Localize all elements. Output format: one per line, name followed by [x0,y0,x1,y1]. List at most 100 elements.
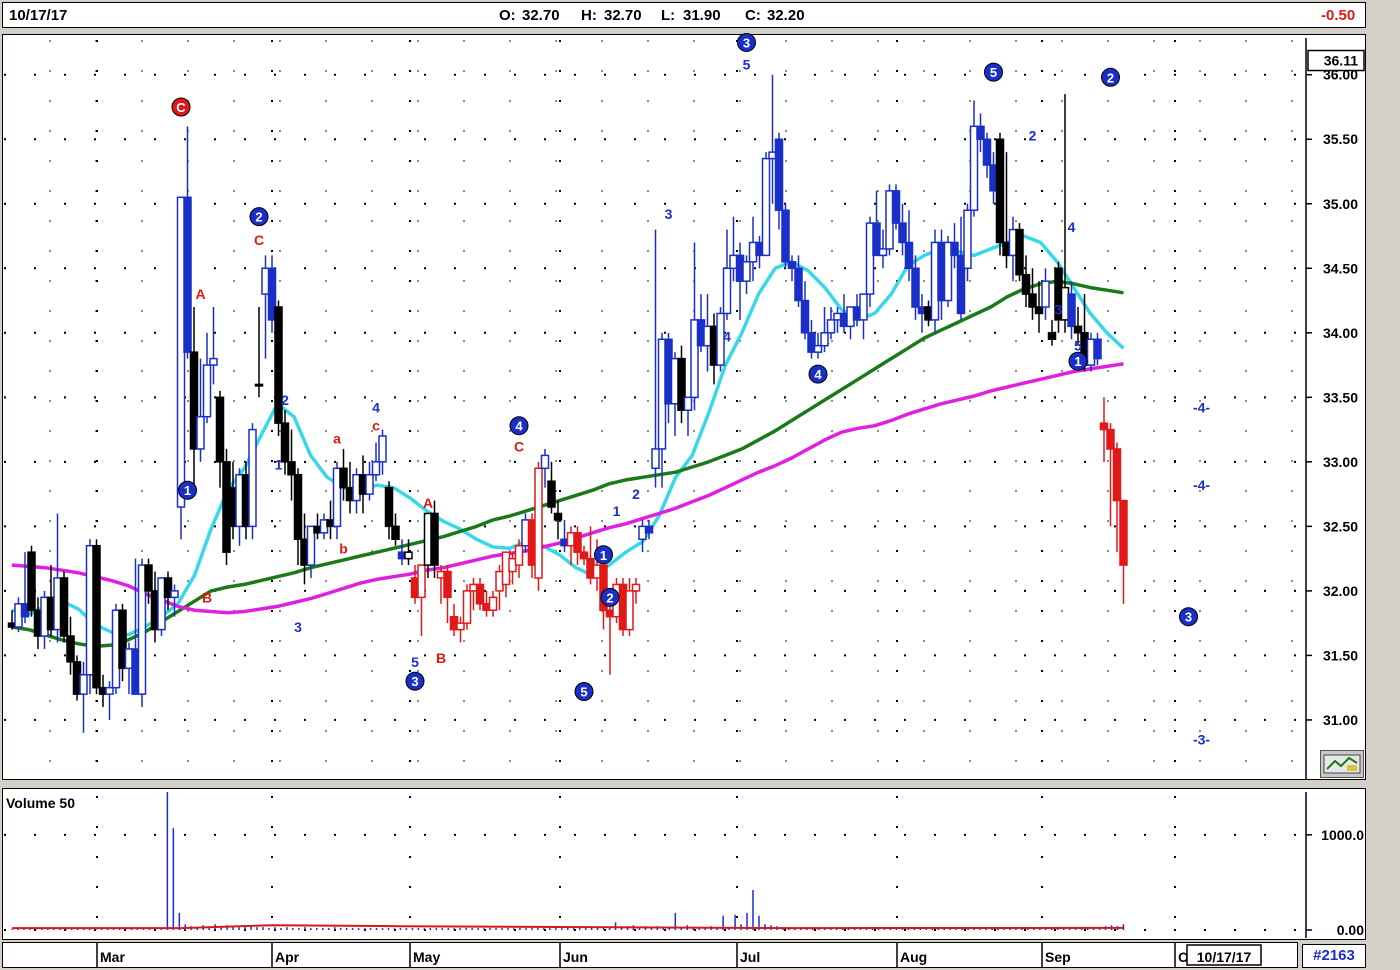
candle-body [254,383,264,387]
wave-label-text: 2 [1107,70,1114,85]
candle-body [1073,325,1083,334]
candle-body [722,267,732,315]
wave-label-text: 2 [606,590,613,605]
candle-body [66,635,75,663]
candle-body [651,448,660,470]
candle-body [514,544,524,566]
wave-label-text: C [514,438,524,454]
wave-label-text: 3 [743,35,750,50]
candle-body [378,435,387,463]
wave-label-text: 5 [580,685,587,700]
candle-body [280,422,290,463]
wave-label-text: C [176,100,186,115]
candle-body [774,138,784,211]
wave-label-text: 4 [372,400,380,416]
month-label: Apr [275,949,300,965]
candle-body [878,248,888,257]
wave-label-text: 2 [255,210,262,225]
wave-label-text: 3 [1055,302,1063,318]
candle-body [293,473,303,541]
wave-label-text: 4 [814,367,822,382]
price-axis-label: 31.00 [1323,712,1358,728]
wave-label-text: 4 [515,419,523,434]
wave-label-text: 5 [990,65,997,80]
candle-body [1106,428,1115,450]
candle-body [781,209,790,263]
candle-body [794,267,803,302]
candle-body [891,190,901,224]
candle-body [1119,499,1128,566]
candle-body [488,596,498,611]
candle-body [105,686,114,695]
candle-body [644,525,654,534]
candle-body [59,577,69,637]
price-axis-label: 32.50 [1323,518,1358,534]
price-axis-label: 35.50 [1323,131,1358,147]
candle-body [365,473,374,495]
candle-body [371,461,381,476]
candle-body [170,590,179,599]
candle-layer [7,74,1128,733]
wave-label-text: B [202,589,212,605]
candle-body [384,486,394,528]
candle-body [800,299,810,334]
candle-body [631,583,641,592]
price-axis-label: 33.50 [1323,389,1358,405]
month-label: Aug [900,949,927,965]
price-axis-layer: 31.00 31.50 32.00 32.50 33.00 33.50 34.00 34.50… [1305,38,1365,780]
wave-label-text: A [195,286,205,302]
candle-body [1093,338,1102,360]
candle-body [215,396,225,463]
wave-label-text: 3 [665,206,673,222]
wave-label-text: 5 [1074,338,1082,354]
candle-body [742,261,751,282]
wave-label-text: 4 [1068,219,1076,235]
candle-body [79,674,88,695]
candle-body [27,551,36,611]
candle-body [859,293,868,321]
wave-label-text: 1 [600,548,607,563]
candle-body [248,428,257,528]
volume-axis-label: 1000.0 [1321,827,1364,843]
wave-label-text: 1 [613,503,621,519]
month-label: May [413,949,440,965]
volume-title: Volume 50 [6,795,75,811]
candle-body [339,467,348,489]
candle-body [196,415,205,450]
candle-body [683,396,693,411]
candle-body [202,364,212,418]
price-axis-label: 33.00 [1323,454,1358,470]
wave-label-text: 2 [632,486,640,502]
candle-body [287,461,296,476]
wave-label-text: 4 [723,329,731,345]
wave-label-text: 1 [1074,354,1081,369]
candle-body [553,512,563,521]
candle-body [1015,228,1024,276]
wave-label-text: -4- [1193,477,1210,493]
candle-body [404,551,413,560]
wave-label-text: c [372,418,380,434]
date-axis-layer: Mar Apr May Jun Jul Aug Sep O 10/17/17 [96,943,1262,968]
price-axis-label: 32.00 [1323,583,1358,599]
candle-body [456,622,465,631]
month-label: Mar [100,949,125,965]
candle-body [813,344,823,353]
wave-label-text: 1 [275,456,283,472]
candle-body [183,196,192,353]
price-axis-label: 34.00 [1323,325,1358,341]
candle-body [1067,293,1076,328]
candle-body [92,544,101,689]
volume-layer: Volume 50 0.00 1000.0 [4,792,1364,938]
chart-canvas: C1AB2C213ab4cA53B4C512123354452435123-4-… [4,32,1365,968]
cursor-date-label: 10/17/17 [1197,949,1252,965]
current-price-label: 36.11 [1324,53,1358,69]
candle-body [573,532,582,553]
candle-body [898,222,907,244]
price-axis-label: 31.50 [1323,647,1358,663]
candle-body [547,480,556,508]
candle-body [976,125,985,140]
candle-body [1041,280,1050,308]
candle-body [963,209,972,270]
candle-body [462,590,472,624]
wave-label-text: 5 [411,654,419,670]
